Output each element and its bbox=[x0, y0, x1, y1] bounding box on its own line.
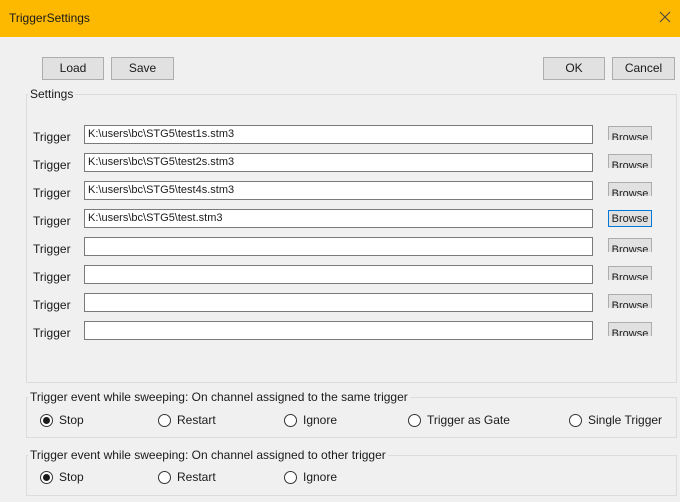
radio-button-icon[interactable] bbox=[569, 413, 582, 427]
trigger-path-input[interactable]: K:\users\bc\STG5\test1s.stm3 bbox=[84, 125, 593, 144]
other-trigger-option-restart[interactable]: Restart bbox=[158, 469, 216, 485]
radio-label: Restart bbox=[177, 470, 216, 484]
trigger-label: Trigger bbox=[33, 270, 71, 284]
browse-button[interactable]: Browse bbox=[608, 238, 652, 252]
same-trigger-option-restart[interactable]: Restart bbox=[158, 412, 216, 428]
radio-label: Stop bbox=[59, 470, 84, 484]
trigger-label: Trigger bbox=[33, 130, 71, 144]
radio-label: Restart bbox=[177, 413, 216, 427]
radio-button-icon[interactable] bbox=[40, 413, 53, 427]
browse-button[interactable]: Browse bbox=[608, 294, 652, 308]
other-trigger-option-ignore[interactable]: Ignore bbox=[284, 469, 337, 485]
radio-button-icon[interactable] bbox=[158, 470, 171, 484]
trigger-path-input[interactable]: K:\users\bc\STG5\test.stm3 bbox=[84, 209, 593, 228]
browse-button[interactable]: Browse bbox=[608, 322, 652, 336]
window-title: TriggerSettings bbox=[9, 11, 90, 25]
browse-button[interactable]: Browse bbox=[608, 154, 652, 168]
radio-label: Trigger as Gate bbox=[427, 413, 510, 427]
other-trigger-legend: Trigger event while sweeping: On channel… bbox=[28, 448, 388, 462]
browse-button[interactable]: Browse bbox=[608, 182, 652, 196]
same-trigger-legend: Trigger event while sweeping: On channel… bbox=[28, 390, 410, 404]
same-trigger-option-stop[interactable]: Stop bbox=[40, 412, 84, 428]
radio-label: Stop bbox=[59, 413, 84, 427]
settings-legend: Settings bbox=[28, 87, 76, 101]
radio-label: Single Trigger bbox=[588, 413, 663, 427]
load-button[interactable]: Load bbox=[42, 57, 104, 80]
trigger-label: Trigger bbox=[33, 242, 71, 256]
trigger-path-input[interactable]: K:\users\bc\STG5\test4s.stm3 bbox=[84, 181, 593, 200]
radio-button-icon[interactable] bbox=[158, 413, 171, 427]
same-trigger-option-trigger-as-gate[interactable]: Trigger as Gate bbox=[408, 412, 510, 428]
radio-button-icon[interactable] bbox=[284, 470, 297, 484]
radio-button-icon[interactable] bbox=[284, 413, 297, 427]
same-trigger-option-ignore[interactable]: Ignore bbox=[284, 412, 337, 428]
browse-button[interactable]: Browse bbox=[608, 126, 652, 140]
radio-label: Ignore bbox=[303, 470, 338, 484]
trigger-path-input[interactable] bbox=[84, 265, 593, 284]
save-button[interactable]: Save bbox=[111, 57, 174, 80]
trigger-path-input[interactable] bbox=[84, 321, 593, 340]
trigger-label: Trigger bbox=[33, 186, 71, 200]
ok-button[interactable]: OK bbox=[543, 57, 605, 80]
trigger-path-input[interactable] bbox=[84, 293, 593, 312]
other-trigger-option-stop[interactable]: Stop bbox=[40, 469, 84, 485]
close-icon[interactable] bbox=[656, 8, 674, 26]
title-bar: TriggerSettings bbox=[0, 0, 680, 37]
cancel-button[interactable]: Cancel bbox=[612, 57, 675, 80]
browse-button[interactable]: Browse bbox=[608, 210, 652, 227]
trigger-label: Trigger bbox=[33, 158, 71, 172]
trigger-label: Trigger bbox=[33, 326, 71, 340]
trigger-path-input[interactable] bbox=[84, 237, 593, 256]
trigger-label: Trigger bbox=[33, 214, 71, 228]
same-trigger-option-single-trigger[interactable]: Single Trigger bbox=[569, 412, 662, 428]
radio-label: Ignore bbox=[303, 413, 338, 427]
trigger-path-input[interactable]: K:\users\bc\STG5\test2s.stm3 bbox=[84, 153, 593, 172]
browse-button[interactable]: Browse bbox=[608, 266, 652, 280]
trigger-label: Trigger bbox=[33, 298, 71, 312]
radio-button-icon[interactable] bbox=[40, 470, 53, 484]
radio-button-icon[interactable] bbox=[408, 413, 421, 427]
